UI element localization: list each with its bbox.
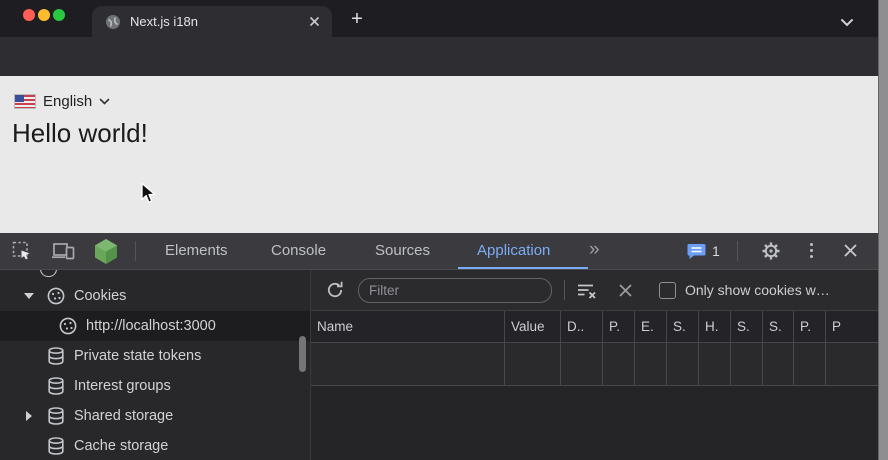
device-toolbar-icon[interactable] bbox=[52, 241, 76, 266]
nodejs-icon[interactable] bbox=[93, 238, 119, 270]
sidebar-item-cache-storage[interactable]: Cache storage bbox=[0, 431, 310, 460]
empty-table-row[interactable] bbox=[311, 343, 878, 386]
column-header-name[interactable]: Name bbox=[311, 311, 505, 342]
column-header-expires[interactable]: E. bbox=[635, 311, 667, 342]
tab-search-chevron-icon[interactable] bbox=[840, 14, 854, 32]
expanded-triangle-icon[interactable] bbox=[24, 293, 34, 299]
only-show-cookies-checkbox[interactable] bbox=[659, 282, 676, 299]
browser-window: Next.js i18n + ← → bbox=[0, 0, 888, 460]
sidebar-item-private-state-tokens[interactable]: Private state tokens bbox=[0, 341, 310, 371]
devtools-tab-console[interactable]: Console bbox=[271, 233, 326, 269]
devtools-close-icon[interactable] bbox=[843, 243, 858, 263]
database-icon bbox=[46, 346, 66, 366]
settings-gear-icon[interactable] bbox=[761, 241, 781, 266]
language-chevron-icon bbox=[99, 98, 110, 105]
devtools-toolbar: Elements Console Sources Application » 1 bbox=[0, 233, 888, 270]
language-label: English bbox=[43, 93, 92, 110]
sidebar-item-shared-storage[interactable]: Shared storage bbox=[0, 401, 310, 431]
devtools-tab-sources[interactable]: Sources bbox=[375, 233, 430, 269]
sidebar-item-cookies-localhost[interactable]: http://localhost:3000 bbox=[0, 311, 310, 341]
cookies-panel: Only show cookies w… Name Value D.. P. E… bbox=[311, 270, 878, 460]
tab-favicon-globe-icon bbox=[105, 14, 121, 30]
collapsed-triangle-icon[interactable] bbox=[26, 411, 32, 421]
column-header-secure[interactable]: S. bbox=[731, 311, 763, 342]
cookie-icon bbox=[58, 316, 78, 336]
sidebar-scrollbar-thumb[interactable] bbox=[299, 336, 306, 372]
more-tabs-icon[interactable]: » bbox=[589, 233, 598, 269]
application-sidebar: Cookies http://localhost:3000 bbox=[0, 270, 311, 460]
sidebar-item-cookies[interactable]: Cookies bbox=[0, 281, 310, 311]
page-content: English Hello world! bbox=[0, 76, 888, 233]
zoom-window-button[interactable] bbox=[53, 9, 65, 21]
page-heading: Hello world! bbox=[12, 118, 148, 149]
cookie-icon bbox=[46, 286, 66, 306]
new-tab-button[interactable]: + bbox=[344, 7, 370, 33]
cookies-toolbar: Only show cookies w… bbox=[311, 270, 878, 311]
database-icon bbox=[46, 406, 66, 426]
database-icon bbox=[46, 376, 66, 396]
minimize-window-button[interactable] bbox=[38, 9, 50, 21]
column-header-size[interactable]: S. bbox=[667, 311, 699, 342]
refresh-cookies-icon[interactable] bbox=[325, 280, 345, 305]
tab-strip: Next.js i18n + bbox=[0, 0, 888, 37]
database-icon bbox=[46, 436, 66, 456]
column-header-value[interactable]: Value bbox=[505, 311, 561, 342]
column-header-httponly[interactable]: H. bbox=[699, 311, 731, 342]
issues-bubble-icon[interactable] bbox=[687, 243, 706, 265]
clear-filter-icon[interactable] bbox=[576, 281, 598, 300]
column-header-priority[interactable]: P bbox=[826, 311, 878, 342]
browser-tab[interactable]: Next.js i18n bbox=[92, 6, 332, 37]
column-header-path[interactable]: P. bbox=[603, 311, 635, 342]
active-tab-underline bbox=[458, 267, 588, 270]
tab-close-icon[interactable] bbox=[309, 16, 320, 27]
tab-title: Next.js i18n bbox=[130, 14, 309, 29]
devtools: Elements Console Sources Application » 1 bbox=[0, 233, 888, 460]
language-selector[interactable]: English bbox=[14, 93, 110, 110]
filter-input[interactable] bbox=[358, 278, 552, 303]
devtools-body: Cookies http://localhost:3000 bbox=[0, 270, 888, 460]
only-show-cookies-label: Only show cookies w… bbox=[685, 282, 830, 298]
column-header-samesite[interactable]: S. bbox=[763, 311, 794, 342]
close-window-button[interactable] bbox=[23, 9, 35, 21]
issues-count[interactable]: 1 bbox=[712, 233, 720, 269]
devtools-tab-application[interactable]: Application bbox=[477, 233, 550, 269]
window-edge bbox=[878, 0, 888, 460]
devtools-tab-elements[interactable]: Elements bbox=[165, 233, 228, 269]
devtools-menu-icon[interactable] bbox=[810, 243, 813, 258]
mouse-cursor bbox=[140, 182, 157, 210]
sidebar-item-interest-groups[interactable]: Interest groups bbox=[0, 371, 310, 401]
partial-storage-icon bbox=[40, 270, 57, 277]
delete-cookies-icon[interactable] bbox=[618, 283, 633, 298]
column-header-domain[interactable]: D.. bbox=[561, 311, 603, 342]
browser-toolbar: ← → localhost:3000 Guest bbox=[0, 37, 888, 76]
column-header-partition[interactable]: P. bbox=[794, 311, 826, 342]
us-flag-icon bbox=[14, 94, 36, 109]
cookies-table-header: Name Value D.. P. E. S. H. S. S. P. P bbox=[311, 311, 878, 343]
inspect-element-icon[interactable] bbox=[12, 241, 32, 266]
